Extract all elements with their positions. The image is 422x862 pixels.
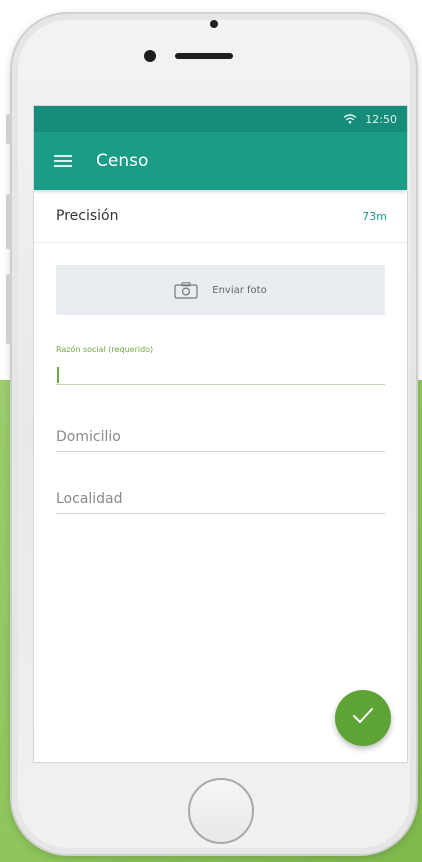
home-button[interactable] <box>188 778 254 844</box>
wifi-icon <box>343 114 357 124</box>
send-photo-button[interactable]: Enviar foto <box>56 265 385 315</box>
localidad-field <box>56 487 385 514</box>
razon-social-underline <box>56 384 385 385</box>
app-screen: 12:50 Censo Precisión 73m Enviar foto Ra… <box>34 106 407 762</box>
precision-value: 73m <box>362 209 387 223</box>
submit-fab[interactable] <box>335 690 391 746</box>
app-bar: Censo <box>34 132 407 190</box>
sensor-dot <box>144 50 156 62</box>
precision-label: Precisión <box>56 208 119 224</box>
domicilio-field <box>56 425 385 452</box>
status-bar: 12:50 <box>34 106 407 132</box>
volume-down-button <box>6 274 11 344</box>
mute-switch <box>6 114 11 144</box>
camera-icon <box>174 281 198 299</box>
localidad-underline <box>56 513 385 514</box>
domicilio-input[interactable] <box>56 425 385 451</box>
front-camera <box>210 20 218 28</box>
localidad-input[interactable] <box>56 487 385 513</box>
hamburger-menu-icon[interactable] <box>54 155 72 167</box>
earpiece-speaker <box>175 53 233 59</box>
check-icon <box>351 706 375 730</box>
status-time: 12:50 <box>365 112 397 126</box>
domicilio-underline <box>56 451 385 452</box>
razon-social-input[interactable] <box>56 358 385 384</box>
razon-social-label: Razón social (requerido) <box>56 345 154 354</box>
volume-up-button <box>6 194 11 249</box>
precision-row: Precisión 73m <box>34 190 407 243</box>
app-title: Censo <box>96 151 149 171</box>
send-photo-label: Enviar foto <box>212 284 267 296</box>
text-caret <box>57 367 59 383</box>
razon-social-field: Razón social (requerido) <box>56 345 385 385</box>
